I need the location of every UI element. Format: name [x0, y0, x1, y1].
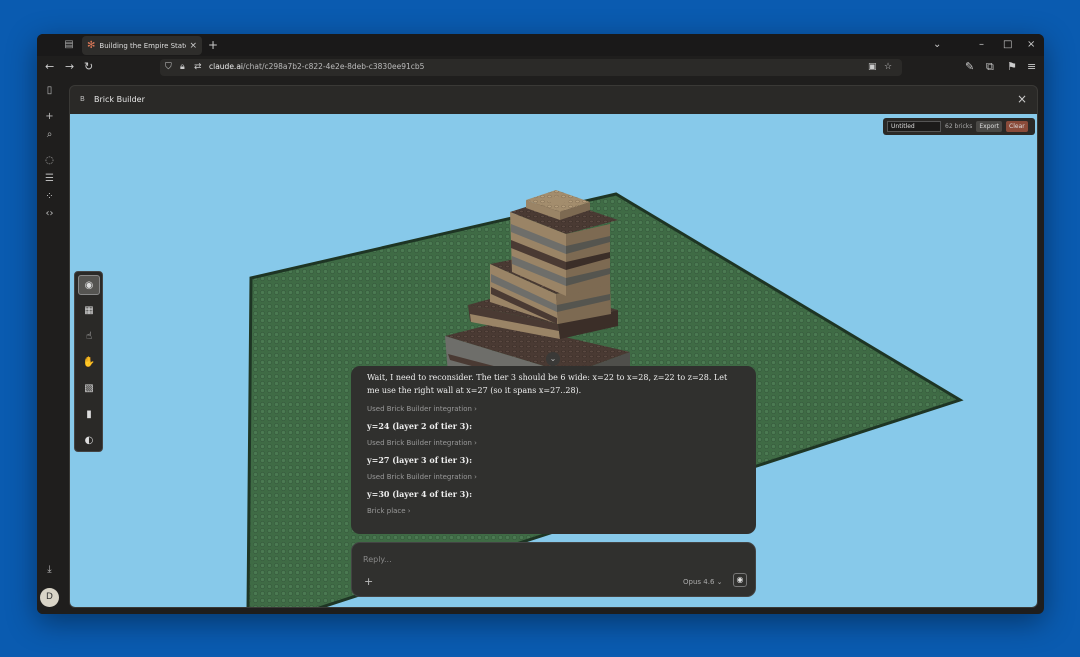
tool-use-link[interactable]: Used Brick Builder integration › [367, 473, 740, 481]
artifact-header: B Brick Builder × [70, 86, 1037, 114]
artifact-title: Brick Builder [94, 95, 145, 104]
pointer-hand-icon[interactable]: ☝ [78, 327, 100, 347]
model-selector[interactable]: Opus 4.6 ⌄ [683, 578, 722, 586]
sidebar-toggle-icon[interactable]: ▯ [43, 84, 56, 97]
tab-close-icon[interactable]: × [189, 41, 197, 51]
voice-mode-icon[interactable]: ◉ [733, 573, 747, 587]
tab-overflow-chevron-icon[interactable]: ⌄ [933, 37, 941, 53]
message-heading: y=30 (layer 4 of tier 3): [367, 489, 473, 499]
brick-place-icon[interactable]: ▦ [78, 301, 100, 321]
tab-bar: ▤ ✻ Building the Empire State Build × + … [37, 34, 1044, 56]
bookmark-star-icon[interactable]: ☆ [884, 61, 892, 74]
url-path: /chat/c298a7b2-c822-4e2e-8deb-c3830ee91c… [243, 62, 425, 71]
back-icon[interactable]: ← [45, 60, 54, 74]
tool-use-link[interactable]: Brick place › [367, 507, 740, 515]
reply-input[interactable]: Reply... [363, 555, 392, 564]
reload-icon[interactable]: ↻ [84, 60, 93, 74]
url-bar[interactable]: ⛉ 🔒︎ ⇄ claude.ai/chat/c298a7b2-c822-4e2e… [160, 59, 902, 76]
message-paragraph: Wait, I need to reconsider. The tier 3 s… [367, 373, 728, 395]
door-icon[interactable]: ▮ [78, 405, 100, 425]
tool-use-link[interactable]: Used Brick Builder integration › [367, 405, 740, 413]
minimize-icon[interactable]: – [979, 37, 984, 53]
scroll-down-chevron-icon[interactable]: ⌄ [546, 352, 560, 366]
browser-window: ▤ ✻ Building the Empire State Build × + … [37, 34, 1044, 614]
artifact-panel: B Brick Builder × Untitled 62 bricks Exp… [69, 85, 1038, 608]
claude-favicon-icon: ✻ [87, 40, 96, 51]
search-icon[interactable]: ⌕ [43, 128, 56, 141]
export-button[interactable]: Export [976, 121, 1003, 132]
forward-icon[interactable]: → [65, 60, 74, 74]
code-icon[interactable]: ‹› [43, 207, 56, 220]
extensions-puzzle-icon[interactable]: ⧉ [986, 60, 994, 74]
message-heading: y=27 (layer 3 of tier 3): [367, 455, 473, 465]
3d-viewport[interactable]: 62 bricks Export Clear ◉ ▦ ☝ ✋ ▧ ▮ ◐ ⌄ W… [70, 114, 1037, 607]
tool-use-link[interactable]: Used Brick Builder integration › [367, 439, 740, 447]
profile-badge-icon[interactable]: ⚑ [1007, 60, 1017, 74]
new-tab-icon[interactable]: + [208, 37, 218, 53]
reply-composer: Reply... + Opus 4.6 ⌄ ◉ [351, 542, 756, 597]
url-domain: claude.ai [209, 62, 243, 71]
grab-hand-icon[interactable]: ✋ [78, 353, 100, 373]
view-eye-icon[interactable]: ◉ [78, 275, 100, 295]
shield-icon[interactable]: ⛉ [165, 61, 172, 74]
paint-bucket-icon[interactable]: ▧ [78, 379, 100, 399]
artifact-type-icon: B [80, 95, 85, 103]
screenshot-icon[interactable]: ▣ [868, 61, 877, 74]
lock-icon[interactable]: 🔒︎ [180, 61, 185, 74]
claude-sidebar: ▯ + ⌕ ◌ ☰ ⁘ ‹› ⤓ D [37, 78, 62, 614]
chats-icon[interactable]: ◌ [43, 154, 56, 167]
permissions-icon[interactable]: ⇄ [194, 61, 202, 74]
clear-button[interactable]: Clear [1006, 121, 1028, 132]
extension-icon[interactable]: ✎ [965, 60, 974, 74]
tab-title: Building the Empire State Build [99, 41, 186, 50]
add-attachment-icon[interactable]: + [364, 575, 373, 588]
download-icon[interactable]: ⤓ [43, 563, 56, 576]
color-palette-icon[interactable]: ◐ [78, 431, 100, 451]
new-chat-icon[interactable]: + [43, 110, 56, 123]
tab-active[interactable]: ✻ Building the Empire State Build × [82, 36, 202, 55]
project-name-input[interactable] [887, 121, 941, 132]
close-window-icon[interactable]: × [1027, 37, 1035, 53]
brick-count: 62 bricks [945, 123, 973, 130]
message-heading: y=24 (layer 2 of tier 3): [367, 421, 473, 431]
projects-icon[interactable]: ☰ [43, 172, 56, 185]
tool-palette: ◉ ▦ ☝ ✋ ▧ ▮ ◐ [74, 271, 103, 452]
artifacts-icon[interactable]: ⁘ [43, 190, 56, 203]
avatar[interactable]: D [40, 588, 59, 607]
url-text[interactable]: claude.ai/chat/c298a7b2-c822-4e2e-8deb-c… [209, 62, 424, 71]
maximize-icon[interactable]: □ [1003, 37, 1012, 53]
tab-list-icon[interactable]: ▤ [63, 39, 75, 51]
app-menu-icon[interactable]: ≡ [1027, 60, 1036, 74]
artifact-close-icon[interactable]: × [1017, 92, 1027, 106]
builder-top-bar: 62 bricks Export Clear [883, 118, 1035, 135]
nav-bar: ← → ↻ ⛉ 🔒︎ ⇄ claude.ai/chat/c298a7b2-c82… [37, 56, 1044, 78]
chat-message: ⌄ Wait, I need to reconsider. The tier 3… [351, 352, 756, 534]
